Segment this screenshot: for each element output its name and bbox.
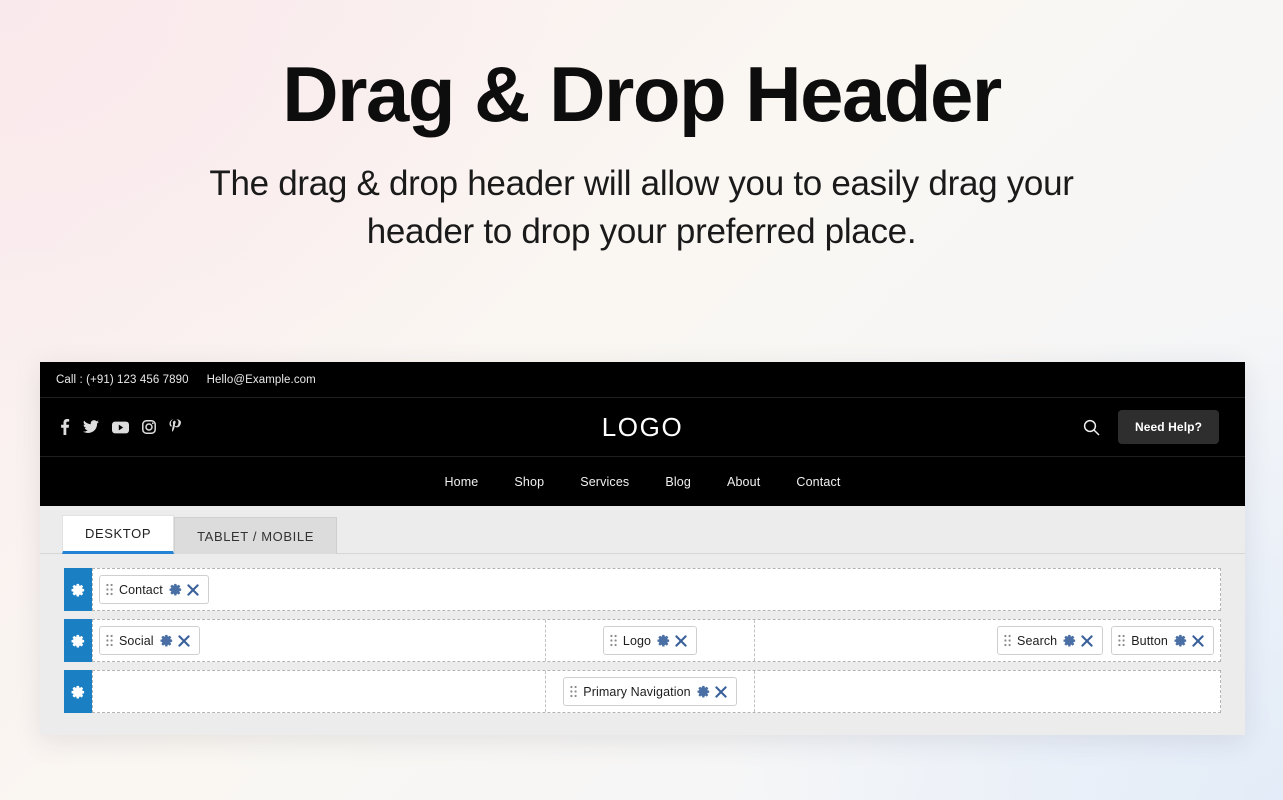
row-settings-handle[interactable] <box>64 670 92 713</box>
nav-link-blog[interactable]: Blog <box>665 475 691 489</box>
builder-column[interactable] <box>93 671 546 712</box>
widget-remove-close-icon[interactable] <box>675 634 687 647</box>
instagram-icon[interactable] <box>142 420 156 434</box>
widget-chip-primary-navigation[interactable]: Primary Navigation <box>563 677 737 706</box>
widget-chip-logo[interactable]: Logo <box>602 626 698 655</box>
widget-actions <box>1174 634 1204 647</box>
widget-label: Contact <box>119 582 163 597</box>
builder-column[interactable]: Primary Navigation <box>546 671 755 712</box>
widget-label: Logo <box>622 633 652 648</box>
widget-chip-button[interactable]: Button <box>1111 626 1214 655</box>
row-columns: Contact <box>92 568 1221 611</box>
widget-label: Social <box>119 633 154 648</box>
page-subtitle: The drag & drop header will allow you to… <box>209 164 1074 251</box>
widget-settings-gear-icon[interactable] <box>1063 634 1076 647</box>
widget-settings-gear-icon[interactable] <box>160 634 173 647</box>
widget-actions <box>697 685 727 698</box>
widget-settings-gear-icon[interactable] <box>1174 634 1187 647</box>
widget-remove-close-icon[interactable] <box>178 634 190 647</box>
twitter-icon[interactable] <box>83 420 99 434</box>
drag-handle-icon[interactable] <box>570 685 577 698</box>
need-help-button[interactable]: Need Help? <box>1117 410 1219 444</box>
builder-canvas: Contact Social Logo Search Button Primar… <box>40 554 1245 735</box>
search-icon[interactable] <box>1083 419 1100 436</box>
widget-actions <box>657 634 687 647</box>
row-settings-handle[interactable] <box>64 619 92 662</box>
widget-remove-close-icon[interactable] <box>1081 634 1093 647</box>
nav-link-about[interactable]: About <box>727 475 760 489</box>
gear-icon <box>71 583 85 596</box>
widget-label: Button <box>1131 633 1168 648</box>
device-tabs: DESKTOP TABLET / MOBILE <box>40 506 1245 554</box>
preview-nav-bar: Home Shop Services Blog About Contact <box>40 457 1245 506</box>
drag-handle-icon[interactable] <box>106 634 113 647</box>
widget-chip-social[interactable]: Social <box>99 626 200 655</box>
widget-settings-gear-icon[interactable] <box>697 685 710 698</box>
builder-column[interactable]: Contact <box>93 569 1220 610</box>
widget-remove-close-icon[interactable] <box>715 685 727 698</box>
hero-section: Drag & Drop Header The drag & drop heade… <box>0 0 1283 255</box>
preview-main-bar: LOGO Need Help? <box>40 398 1245 457</box>
widget-chip-contact[interactable]: Contact <box>99 575 209 604</box>
builder-column[interactable] <box>755 671 1220 712</box>
drag-handle-icon[interactable] <box>610 634 617 647</box>
row-settings-handle[interactable] <box>64 568 92 611</box>
builder-column[interactable]: Logo <box>546 620 755 661</box>
drag-handle-icon[interactable] <box>1004 634 1011 647</box>
preview-actions: Need Help? <box>1083 410 1219 444</box>
drag-handle-icon[interactable] <box>1118 634 1125 647</box>
nav-link-shop[interactable]: Shop <box>514 475 544 489</box>
gear-icon <box>71 685 85 698</box>
widget-chip-search[interactable]: Search <box>997 626 1104 655</box>
page-title: Drag & Drop Header <box>282 50 1002 138</box>
pinterest-icon[interactable] <box>169 419 181 435</box>
preview-logo: LOGO <box>601 411 684 442</box>
tab-desktop[interactable]: DESKTOP <box>62 515 175 554</box>
contact-email: Hello@Example.com <box>206 373 316 386</box>
row-columns: Primary Navigation <box>92 670 1221 713</box>
header-builder-panel: Call : (+91) 123 456 7890 Hello@Example.… <box>40 362 1245 735</box>
youtube-icon[interactable] <box>112 421 129 434</box>
social-icons-group <box>60 419 181 435</box>
widget-label: Primary Navigation <box>583 684 691 699</box>
tab-tablet-mobile[interactable]: TABLET / MOBILE <box>174 517 337 554</box>
row-columns: Social Logo Search Button <box>92 619 1221 662</box>
builder-row: Social Logo Search Button <box>64 619 1221 662</box>
builder-row: Contact <box>64 568 1221 611</box>
widget-actions <box>1063 634 1093 647</box>
nav-link-services[interactable]: Services <box>580 475 629 489</box>
widget-settings-gear-icon[interactable] <box>657 634 670 647</box>
builder-column[interactable]: Search Button <box>755 620 1220 661</box>
preview-top-bar: Call : (+91) 123 456 7890 Hello@Example.… <box>40 362 1245 398</box>
widget-remove-close-icon[interactable] <box>187 583 199 596</box>
widget-actions <box>169 583 199 596</box>
drag-handle-icon[interactable] <box>106 583 113 596</box>
widget-remove-close-icon[interactable] <box>1192 634 1204 647</box>
nav-link-contact[interactable]: Contact <box>796 475 840 489</box>
widget-settings-gear-icon[interactable] <box>169 583 182 596</box>
widget-actions <box>160 634 190 647</box>
facebook-icon[interactable] <box>60 419 70 435</box>
builder-column[interactable]: Social <box>93 620 546 661</box>
contact-phone: Call : (+91) 123 456 7890 <box>56 373 189 386</box>
widget-label: Search <box>1017 633 1058 648</box>
gear-icon <box>71 634 85 647</box>
builder-row: Primary Navigation <box>64 670 1221 713</box>
nav-link-home[interactable]: Home <box>444 475 478 489</box>
